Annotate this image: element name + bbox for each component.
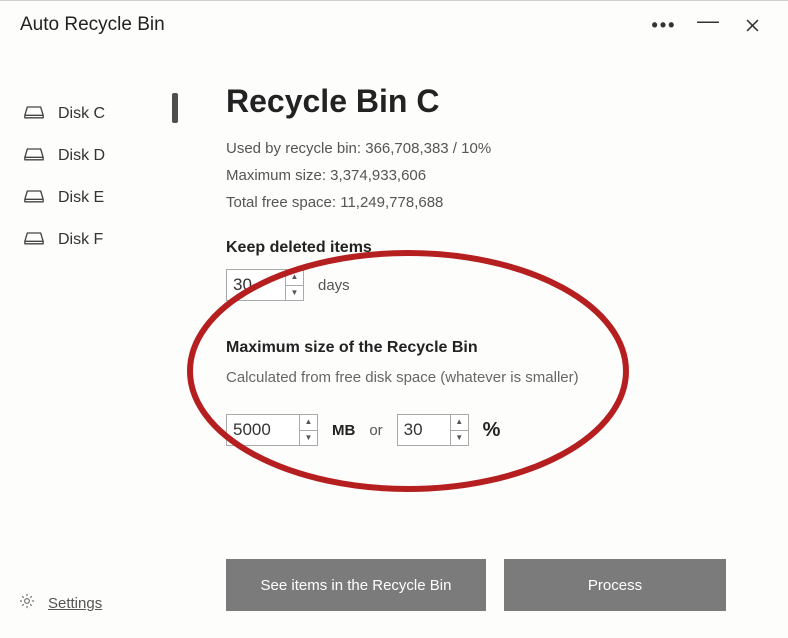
main-panel: Recycle Bin C Used by recycle bin: 366,7… — [178, 49, 788, 638]
settings-link[interactable]: Settings — [18, 592, 102, 615]
minimize-button[interactable]: — — [686, 0, 730, 45]
keep-unit: days — [318, 277, 350, 294]
disk-icon — [24, 105, 44, 124]
keep-days-input[interactable] — [227, 270, 285, 300]
stepper-up-icon[interactable]: ▲ — [451, 415, 468, 431]
stepper-down-icon[interactable]: ▼ — [451, 431, 468, 446]
see-items-label: See items in the Recycle Bin — [261, 577, 452, 594]
process-label: Process — [588, 577, 642, 594]
process-button[interactable]: Process — [504, 559, 726, 611]
sidebar-item-label: Disk F — [58, 231, 103, 249]
sidebar-item-disk-c[interactable]: Disk C — [0, 93, 178, 135]
keep-days-stepper[interactable]: ▲ ▼ — [226, 269, 304, 301]
see-items-button[interactable]: See items in the Recycle Bin — [226, 559, 486, 611]
sidebar-item-label: Disk D — [58, 147, 105, 165]
maxsize-mb-input[interactable] — [227, 415, 299, 445]
mb-unit: MB — [332, 422, 355, 439]
sidebar-item-disk-d[interactable]: Disk D — [0, 135, 178, 177]
maxsize-pct-input[interactable] — [398, 415, 450, 445]
pct-unit: % — [483, 419, 501, 442]
stat-free: Total free space: 11,249,778,688 — [226, 194, 758, 211]
sidebar: Disk C Disk D Disk E — [0, 49, 178, 638]
sidebar-item-disk-e[interactable]: Disk E — [0, 177, 178, 219]
gear-icon — [18, 592, 36, 615]
app-title: Auto Recycle Bin — [20, 14, 165, 36]
stepper-down-icon[interactable]: ▼ — [300, 431, 317, 446]
app-window: Auto Recycle Bin ••• — Disk C — [0, 0, 788, 638]
stat-max: Maximum size: 3,374,933,606 — [226, 167, 758, 184]
sidebar-item-label: Disk C — [58, 105, 105, 123]
maxsize-mb-stepper[interactable]: ▲ ▼ — [226, 414, 318, 446]
close-button[interactable] — [730, 1, 774, 49]
more-button[interactable]: ••• — [642, 1, 686, 49]
maxsize-hint: Calculated from free disk space (whateve… — [226, 369, 758, 386]
maxsize-title: Maximum size of the Recycle Bin — [226, 339, 758, 357]
page-title: Recycle Bin C — [226, 83, 758, 120]
stepper-up-icon[interactable]: ▲ — [286, 270, 303, 286]
disk-icon — [24, 147, 44, 166]
stepper-down-icon[interactable]: ▼ — [286, 286, 303, 301]
or-label: or — [369, 422, 382, 439]
stepper-up-icon[interactable]: ▲ — [300, 415, 317, 431]
stats-block: Used by recycle bin: 366,708,383 / 10% M… — [226, 140, 758, 211]
titlebar: Auto Recycle Bin ••• — — [0, 1, 788, 49]
disk-icon — [24, 189, 44, 208]
keep-title: Keep deleted items — [226, 239, 758, 257]
maxsize-pct-stepper[interactable]: ▲ ▼ — [397, 414, 469, 446]
settings-label: Settings — [48, 595, 102, 612]
sidebar-item-label: Disk E — [58, 189, 104, 207]
sidebar-item-disk-f[interactable]: Disk F — [0, 219, 178, 261]
disk-icon — [24, 231, 44, 250]
stat-used: Used by recycle bin: 366,708,383 / 10% — [226, 140, 758, 157]
